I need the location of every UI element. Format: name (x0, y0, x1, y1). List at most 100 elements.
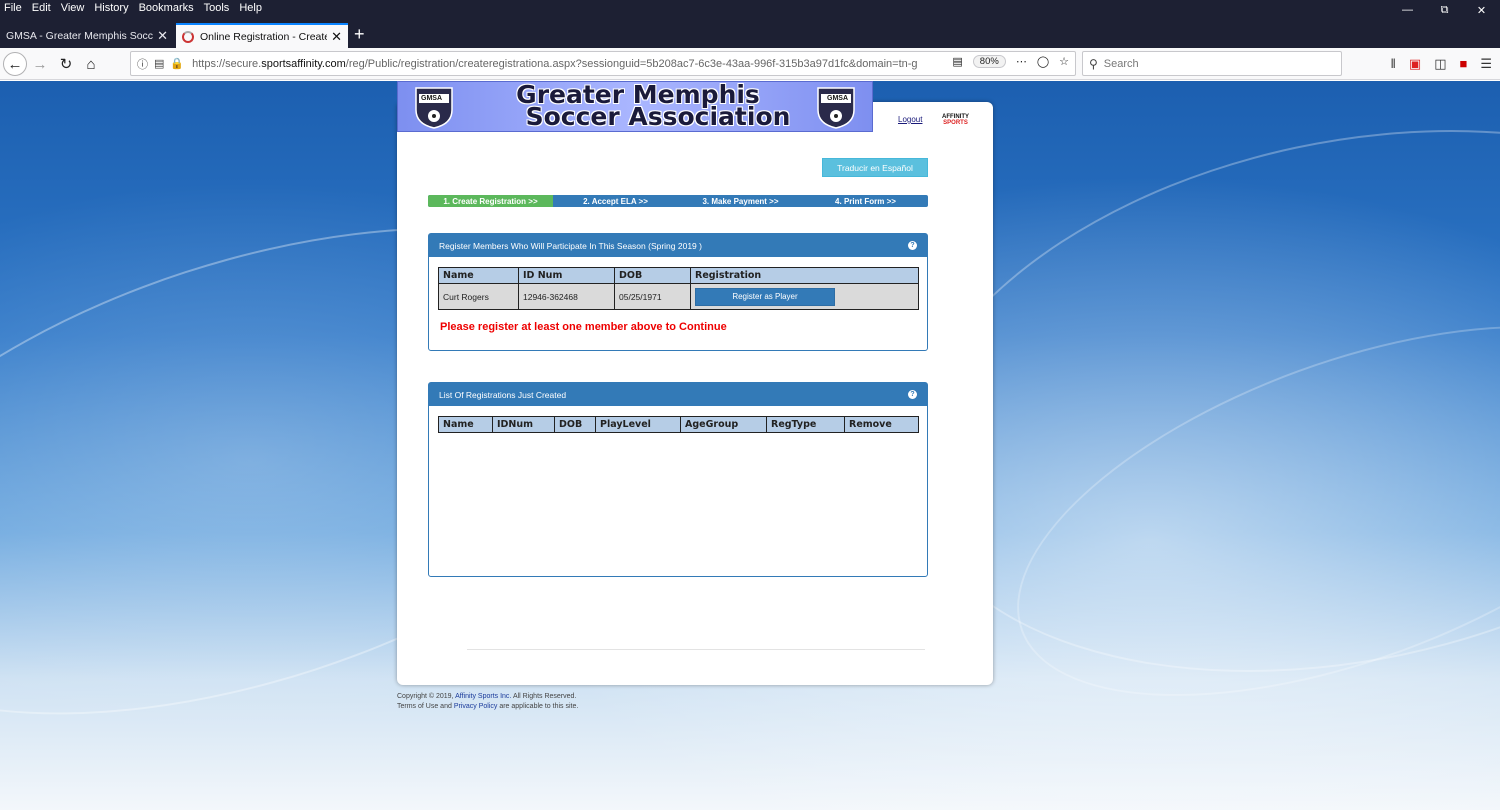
menu-items: File Edit View History Bookmarks Tools H… (4, 2, 262, 14)
column-header-regtype: RegType (766, 416, 845, 433)
table-header-row: Name ID Num DOB Registration (438, 267, 919, 284)
search-placeholder: Search (1103, 57, 1139, 70)
pocket-save-icon[interactable]: ▣ (1409, 56, 1421, 72)
reader-view-icon[interactable]: ▤ (952, 55, 962, 68)
registrations-table: Name IDNum DOB PlayLevel AgeGroup RegTyp… (438, 416, 919, 433)
terms-line: Terms of Use and Privacy Policy are appl… (397, 702, 578, 712)
gmsa-logo-icon (415, 87, 453, 129)
column-header-playlevel: PlayLevel (595, 416, 681, 433)
member-name: Curt Rogers (438, 283, 519, 310)
translate-spanish-button[interactable]: Traducir en Español (822, 158, 928, 177)
close-tab-icon[interactable]: ✕ (157, 28, 168, 44)
copyright-text: Copyright © 2019, (397, 693, 456, 700)
menu-bar: File Edit View History Bookmarks Tools H… (0, 0, 1500, 20)
copyright-footer: Copyright © 2019, Affinity Sports Inc. A… (397, 692, 578, 712)
help-icon[interactable]: ? (908, 241, 917, 250)
step-make-payment: 3. Make Payment >> (702, 196, 779, 206)
member-registration-cell: Register as Player (690, 283, 919, 310)
register-as-player-button[interactable]: Register as Player (695, 287, 835, 306)
lock-icon[interactable]: 🔒 (170, 57, 184, 70)
step-accept-ela: 2. Accept ELA >> (583, 196, 648, 206)
new-tab-icon[interactable]: + (354, 24, 365, 44)
minimize-icon[interactable]: — (1389, 0, 1426, 20)
menu-history[interactable]: History (94, 2, 128, 14)
register-warning: Please register at least one member abov… (440, 321, 727, 333)
tab-label: Online Registration - Create Re (200, 30, 328, 43)
hamburger-menu-icon[interactable]: ☰ (1480, 56, 1492, 72)
url-bar[interactable]: ⓘ ▤ 🔒 https://secure.sportsaffinity.com/… (130, 51, 1076, 76)
members-table: Name ID Num DOB Registration Curt Rogers… (438, 267, 919, 310)
reload-icon: ↻ (59, 56, 73, 73)
menu-help[interactable]: Help (239, 2, 262, 14)
forward-button[interactable]: → (28, 52, 52, 76)
affinity-sports-logo: AFFINITY SPORTS (942, 114, 969, 126)
tab-bar: GMSA - Greater Memphis Socccer / ✕ Onlin… (0, 20, 1500, 48)
affinity-sports-link[interactable]: Affinity Sports Inc. (455, 693, 511, 700)
zoom-indicator[interactable]: 80% (972, 55, 1006, 68)
close-tab-icon[interactable]: ✕ (331, 29, 342, 45)
privacy-policy-link[interactable]: Privacy Policy (454, 703, 498, 710)
column-header-id-num: ID Num (518, 267, 615, 284)
logout-link[interactable]: Logout (898, 115, 922, 124)
close-window-icon[interactable]: ✕ (1463, 0, 1500, 20)
step-print-form: 4. Print Form >> (835, 196, 896, 206)
library-icon[interactable]: ‖ (1391, 56, 1396, 72)
register-members-panel: Register Members Who Will Participate In… (428, 233, 928, 351)
favicon-icon (182, 30, 194, 43)
menu-tools[interactable]: Tools (204, 2, 230, 14)
column-header-registration: Registration (690, 267, 919, 284)
pocket-icon[interactable]: ◯ (1037, 55, 1049, 68)
table-header-row: Name IDNum DOB PlayLevel AgeGroup RegTyp… (438, 416, 919, 433)
logo-text-right: GMSA (827, 95, 848, 102)
column-header-name: Name (438, 416, 493, 433)
navigation-bar: ← → ↻ ⌂ ⓘ ▤ 🔒 https://secure.sportsaffin… (0, 48, 1500, 80)
site-title: Greater Memphis Soccer Association (478, 82, 798, 129)
toolbar-icons: ‖ ▣ ◫ ■ ☰ (1391, 56, 1492, 72)
permissions-icon[interactable]: ▤ (154, 57, 164, 70)
column-header-dob: DOB (554, 416, 596, 433)
panel-title: List Of Registrations Just Created (439, 389, 567, 400)
column-header-name: Name (438, 267, 519, 284)
back-button[interactable]: ← (3, 52, 27, 76)
reload-button[interactable]: ↻ (54, 52, 78, 76)
column-header-remove: Remove (844, 416, 919, 433)
panel-header: List Of Registrations Just Created ? (429, 383, 927, 406)
column-header-agegroup: AgeGroup (680, 416, 767, 433)
logo-text-left: GMSA (421, 95, 442, 102)
menu-edit[interactable]: Edit (32, 2, 51, 14)
search-icon: ⚲ (1089, 56, 1098, 71)
table-row: Curt Rogers 12946-362468 05/25/1971 Regi… (438, 283, 919, 310)
header-banner: GMSA Greater Memphis Soccer Association … (397, 81, 873, 132)
restore-icon[interactable]: ⧉ (1426, 0, 1463, 20)
tab-online-registration[interactable]: Online Registration - Create Re ✕ (176, 23, 348, 48)
member-id-num: 12946-362468 (518, 283, 615, 310)
copyright-line: Copyright © 2019, Affinity Sports Inc. A… (397, 692, 578, 702)
more-actions-icon[interactable]: ⋯ (1016, 55, 1027, 68)
rights-text: All Rights Reserved. (511, 693, 577, 700)
gmsa-logo-icon (817, 87, 855, 129)
tab-gmsa[interactable]: GMSA - Greater Memphis Socccer / ✕ (0, 23, 174, 48)
arrow-left-icon: ← (7, 55, 23, 73)
terms-text: Terms of Use and (397, 703, 454, 710)
pdf-icon[interactable]: ■ (1459, 56, 1467, 72)
home-icon: ⌂ (86, 55, 96, 73)
bookmark-star-icon[interactable]: ☆ (1059, 55, 1069, 68)
window-controls: — ⧉ ✕ (1389, 0, 1500, 20)
sidebar-icon[interactable]: ◫ (1434, 56, 1446, 72)
registrations-created-panel: List Of Registrations Just Created ? Nam… (428, 382, 928, 577)
info-icon[interactable]: ⓘ (137, 56, 148, 72)
applicable-text: are applicable to this site. (497, 703, 579, 710)
affinity-logo-line2: SPORTS (943, 120, 968, 126)
url-text[interactable]: https://secure.sportsaffinity.com/reg/Pu… (192, 58, 922, 70)
menu-file[interactable]: File (4, 2, 22, 14)
search-input[interactable]: ⚲ Search (1082, 51, 1342, 76)
menu-view[interactable]: View (61, 2, 85, 14)
arrow-right-icon: → (32, 55, 48, 73)
url-bar-actions: ▤ 80% ⋯ ◯ ☆ (952, 55, 1069, 68)
tab-label: GMSA - Greater Memphis Socccer / (6, 29, 154, 42)
column-header-idnum: IDNum (492, 416, 555, 433)
step-create-registration: 1. Create Registration >> (428, 195, 553, 207)
home-button[interactable]: ⌂ (79, 52, 103, 76)
help-icon[interactable]: ? (908, 390, 917, 399)
menu-bookmarks[interactable]: Bookmarks (139, 2, 194, 14)
